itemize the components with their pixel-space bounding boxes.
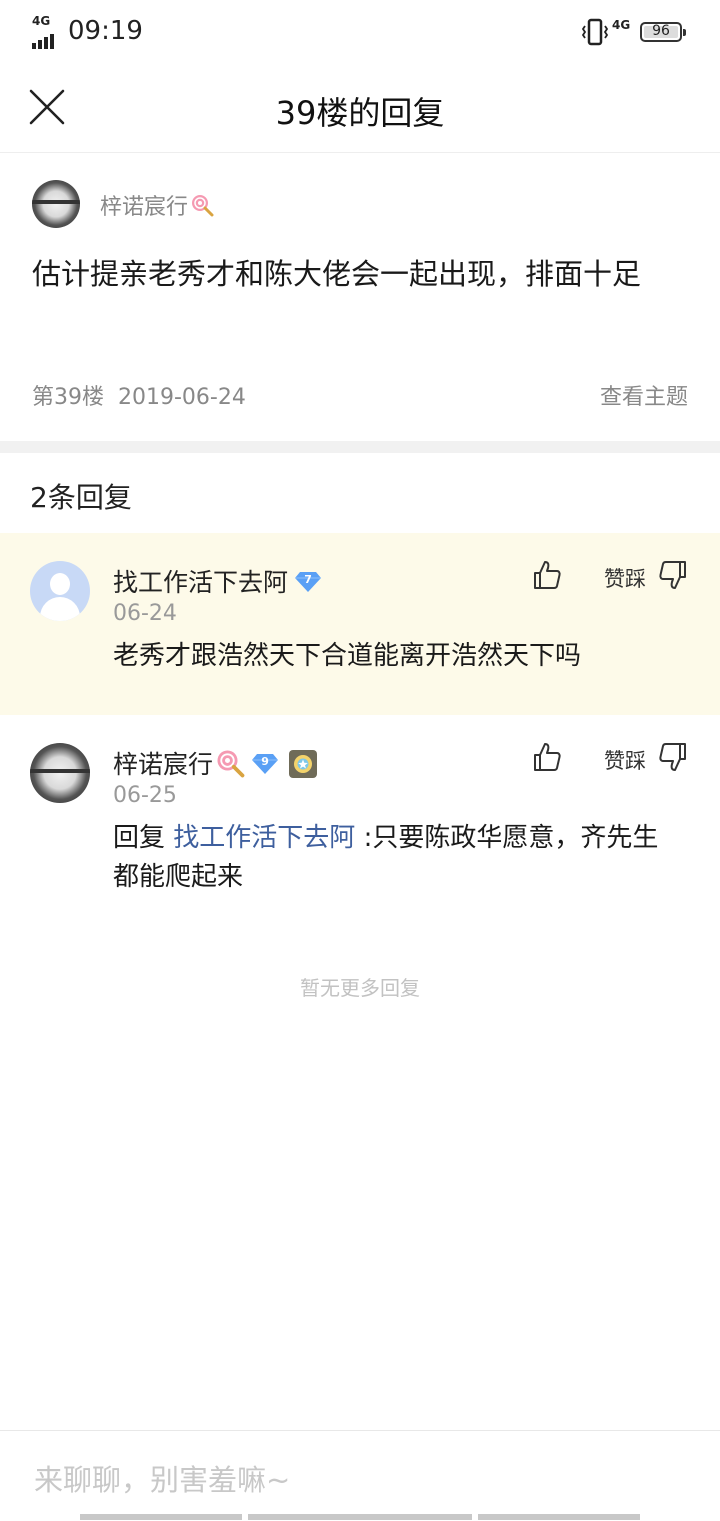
comment-input[interactable]: 来聊聊，别害羞嘛~ [34,1457,290,1499]
reply-item[interactable]: 找工作活下去阿 7 06-24 赞踩 老秀才跟浩然天下合道能离开浩然天下吗 [0,533,720,715]
no-more-replies: 暂无更多回复 [300,976,420,1000]
vote-label: 赞踩 [604,749,646,773]
level-number: 9 [261,755,269,768]
reply-author-name: 找工作活下去阿 [113,568,289,597]
reply-author[interactable]: 梓诺宸行 9 [113,745,318,781]
network-type-label-2: 4G [612,18,631,32]
avatar[interactable] [30,561,90,621]
level-gem-icon: 7 [294,571,322,593]
nav-indicator [248,1514,472,1520]
reply-date: 06-25 [113,783,177,808]
battery-level: 96 [652,23,670,39]
post-content: 估计提亲老秀才和陈大佬会一起出现，排面十足 [32,257,642,291]
reply-author[interactable]: 找工作活下去阿 7 [113,563,322,599]
reply-content: 老秀才跟浩然天下合道能离开浩然天下吗 [113,641,582,671]
clock: 09:19 [68,16,143,46]
main-post: 梓诺宸行 估计提亲老秀才和陈大佬会一起出现，排面十足 第39楼 2019-06-… [0,153,720,441]
post-author[interactable]: 梓诺宸行 [100,189,214,221]
post-date: 2019-06-24 [118,385,246,410]
post-floor-date: 第39楼 2019-06-24 [32,379,246,411]
section-divider [0,441,720,453]
vote-label: 赞踩 [604,567,646,591]
avatar[interactable] [30,743,90,803]
battery-icon: 96 [640,22,686,42]
reply-count: 2条回复 [30,481,132,514]
page-title: 39楼的回复 [275,94,445,132]
post-floor: 第39楼 [32,385,104,410]
reply-prefix: 回复 [113,823,166,853]
thumbs-down-icon[interactable] [658,741,688,773]
reply-to-link[interactable]: 找工作活下去阿 [173,823,355,853]
reply-item[interactable]: 梓诺宸行 9 06-25 赞踩 回复 找工作活下去阿:只要陈政华愿意，齐先生都… [0,715,720,915]
cellular-signal-icon: 4G [30,14,62,49]
nav-indicator [478,1514,640,1520]
thumbs-down-icon[interactable] [658,559,688,591]
view-topic-link[interactable]: 查看主题 [600,379,688,411]
lollipop-icon [190,193,214,217]
reply-author-name: 梓诺宸行 [113,750,214,779]
thumbs-up-icon[interactable] [532,559,562,591]
comment-bar[interactable]: 来聊聊，别害羞嘛~ [0,1430,720,1521]
reply-date: 06-24 [113,601,177,626]
level-gem-icon: 9 [251,753,279,775]
nav-bar: 39楼的回复 [0,64,720,153]
thumbs-up-icon[interactable] [532,741,562,773]
lollipop-icon [215,748,245,778]
status-bar: 4G 09:19 4G 96 [0,0,720,64]
network-type-label: 4G [32,14,51,28]
post-author-name: 梓诺宸行 [100,195,189,220]
level-number: 7 [304,573,312,586]
medal-icon [289,750,318,778]
avatar[interactable] [32,180,80,228]
nav-indicator [80,1514,242,1520]
reply-content: 回复 找工作活下去阿 :只要陈政华愿意，齐先生都能爬起来 [113,819,683,897]
vibrate-icon [581,18,609,46]
